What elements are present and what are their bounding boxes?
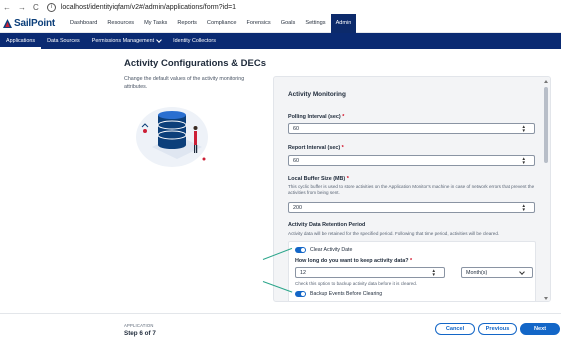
required-mark: * <box>342 114 345 120</box>
subnav-identity-collectors[interactable]: Identity Collectors <box>167 33 222 49</box>
nav-my-tasks[interactable]: My Tasks <box>139 14 172 33</box>
buffer-size-label: Local Buffer Size (MB) * <box>288 176 349 182</box>
admin-subnav: Applications Data Sources Permissions Ma… <box>0 33 561 49</box>
logo-text: SailPoint <box>14 17 55 29</box>
nav-goals[interactable]: Goals <box>276 14 301 33</box>
polling-interval-label: Polling Interval (sec) * <box>288 114 344 120</box>
wizard-footer: APPLICATION Step 6 of 7 Cancel Previous … <box>0 313 561 349</box>
nav-reports[interactable]: Reports <box>172 14 202 33</box>
page-title: Activity Configurations & DECs <box>124 58 266 69</box>
keep-data-unit-select[interactable]: Month(s) <box>461 267 533 278</box>
scroll-down-icon[interactable] <box>544 297 548 300</box>
forward-icon[interactable]: → <box>18 3 26 12</box>
clear-activity-row: Clear Activity Date <box>295 247 352 253</box>
backup-events-label: Backup Events Before Clearing <box>310 291 383 297</box>
scroll-up-icon[interactable] <box>544 80 548 83</box>
keep-data-unit: Month(s) <box>466 269 488 276</box>
buffer-size-label-text: Local Buffer Size (MB) <box>288 176 346 182</box>
retention-title: Activity Data Retention Period <box>288 222 366 228</box>
section-title: Activity Monitoring <box>288 91 346 98</box>
sailpoint-logo-icon <box>3 18 12 28</box>
scrollbar-thumb[interactable] <box>544 87 548 163</box>
keep-data-value: 12 <box>300 269 306 276</box>
clear-activity-label: Clear Activity Date <box>310 247 353 253</box>
report-interval-value: 60 <box>293 157 299 164</box>
previous-button[interactable]: Previous <box>478 323 517 335</box>
stepper-icon[interactable]: ▲ ▼ <box>522 124 526 133</box>
footer-context: APPLICATION <box>124 323 154 328</box>
url-field[interactable]: localhost/identityiqfam/v2#/admin/applic… <box>61 4 236 11</box>
retention-help: Activity data will be retained for the s… <box>288 231 500 236</box>
subnav-permissions-management[interactable]: Permissions Management <box>86 33 167 49</box>
browser-nav-buttons: ← → C <box>3 3 39 12</box>
required-mark: * <box>410 258 413 264</box>
retention-settings-box: Clear Activity Date How long do you want… <box>288 241 536 301</box>
database-illustration <box>136 107 208 167</box>
activity-monitoring-panel: Activity Monitoring Polling Interval (se… <box>273 76 551 302</box>
required-mark: * <box>346 176 349 182</box>
reload-icon[interactable]: C <box>33 3 39 12</box>
step-indicator: Step 6 of 7 <box>124 330 156 337</box>
app-header: SailPoint Dashboard Resources My Tasks R… <box>0 13 561 33</box>
stepper-icon[interactable]: ▲ ▼ <box>522 156 526 165</box>
report-interval-input[interactable]: 60 ▲ ▼ <box>288 155 535 166</box>
panel-scrollbar[interactable] <box>542 77 550 301</box>
polling-interval-value: 60 <box>293 125 299 132</box>
polling-interval-label-text: Polling Interval (sec) <box>288 114 341 120</box>
chevron-down-icon <box>156 37 162 43</box>
stepper-icon[interactable]: ▲ ▼ <box>522 203 526 212</box>
backup-events-toggle[interactable] <box>295 291 306 297</box>
backup-help: Check this option to backup activity dat… <box>295 281 418 286</box>
clear-activity-toggle[interactable] <box>295 247 306 253</box>
next-button[interactable]: Next <box>520 323 560 335</box>
keep-data-label: How long do you want to keep activity da… <box>295 258 412 264</box>
buffer-size-help: This cyclic buffer is used to store acti… <box>288 184 535 196</box>
cancel-button[interactable]: Cancel <box>435 323 475 335</box>
back-icon[interactable]: ← <box>3 3 11 12</box>
subnav-permissions-label: Permissions Management <box>91 38 155 44</box>
nav-dashboard[interactable]: Dashboard <box>65 14 102 33</box>
subnav-applications[interactable]: Applications <box>0 33 42 49</box>
nav-settings[interactable]: Settings <box>300 14 330 33</box>
chevron-down-icon <box>519 269 525 275</box>
backup-events-row: Backup Events Before Clearing <box>295 291 382 297</box>
nav-resources[interactable]: Resources <box>102 14 139 33</box>
browser-address-bar: ← → C i localhost/identityiqfam/v2#/admi… <box>0 0 561 14</box>
nav-forensics[interactable]: Forensics <box>241 14 275 33</box>
subnav-data-sources[interactable]: Data Sources <box>41 33 86 49</box>
page-description: Change the default values of the activit… <box>124 76 245 90</box>
top-navigation: Dashboard Resources My Tasks Reports Com… <box>65 13 357 33</box>
keep-data-label-text: How long do you want to keep activity da… <box>295 258 409 264</box>
site-info-icon[interactable]: i <box>46 2 56 12</box>
nav-compliance[interactable]: Compliance <box>202 14 242 33</box>
polling-interval-input[interactable]: 60 ▲ ▼ <box>288 123 535 134</box>
report-interval-label-text: Report Interval (sec) <box>288 145 341 151</box>
required-mark: * <box>341 145 344 151</box>
buffer-size-value: 200 <box>293 204 302 211</box>
keep-data-value-input[interactable]: 12 ▲ ▼ <box>295 267 445 278</box>
stepper-icon[interactable]: ▲ ▼ <box>432 268 436 277</box>
nav-admin[interactable]: Admin <box>330 13 357 33</box>
buffer-size-input[interactable]: 200 ▲ ▼ <box>288 202 535 213</box>
sailpoint-logo[interactable]: SailPoint <box>3 18 55 29</box>
report-interval-label: Report Interval (sec) * <box>288 145 344 151</box>
